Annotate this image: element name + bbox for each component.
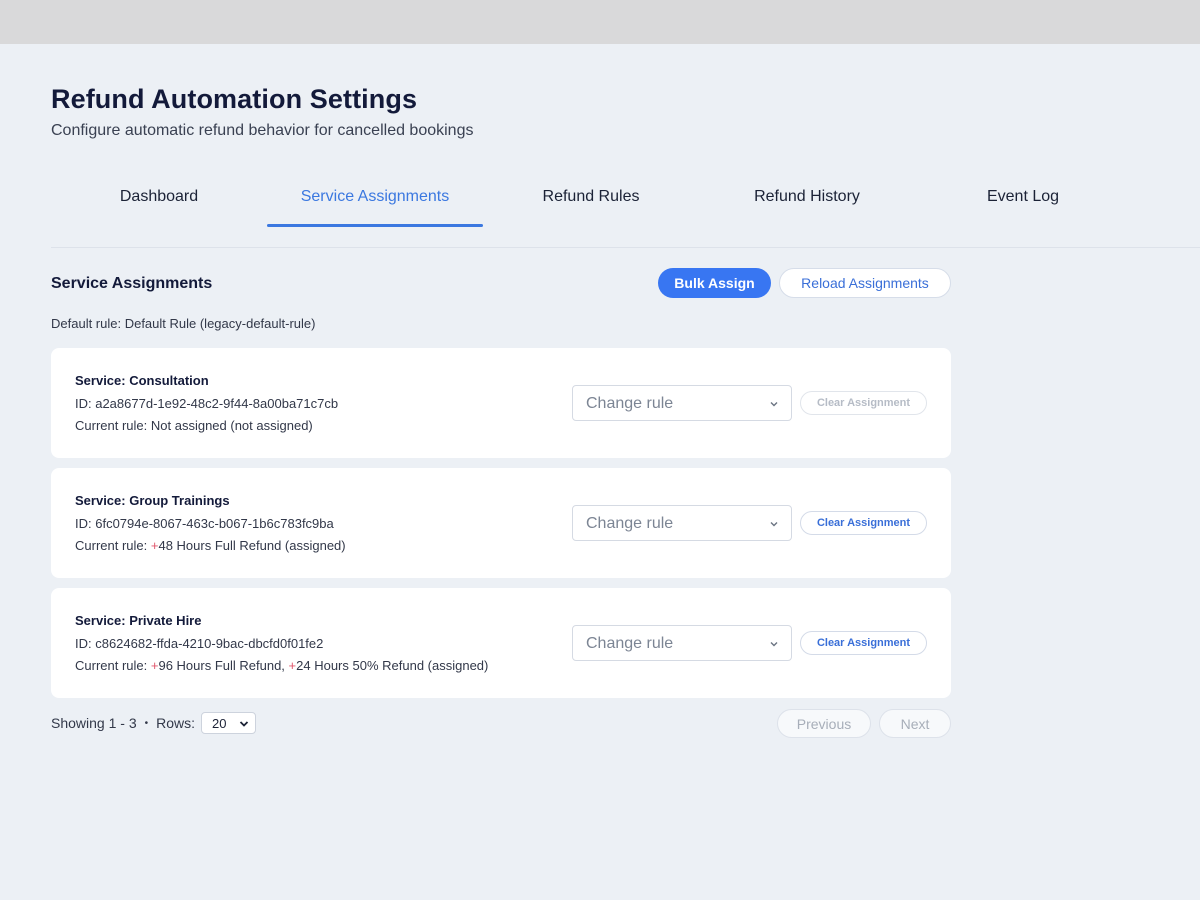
- clear-assignment-button[interactable]: Clear Assignment: [800, 511, 927, 535]
- clear-assignment-button[interactable]: Clear Assignment: [800, 631, 927, 655]
- rule-plus-sign: +: [288, 658, 297, 673]
- pagination-info: Showing 1 - 3 • Rows: 20: [51, 712, 257, 734]
- clear-assignment-button[interactable]: Clear Assignment: [800, 391, 927, 415]
- section-title: Service Assignments: [51, 275, 213, 292]
- top-bar: [0, 0, 1200, 44]
- current-rule: Current rule: +96 Hours Full Refund, +24…: [75, 658, 488, 673]
- rows-per-page-value: 20: [212, 716, 227, 731]
- previous-page-button[interactable]: Previous: [777, 709, 871, 738]
- next-page-button[interactable]: Next: [879, 709, 951, 738]
- chevron-down-icon: [770, 402, 778, 407]
- separator-dot: •: [144, 717, 149, 729]
- change-rule-placeholder: Change rule: [586, 395, 674, 412]
- tab-bar: Dashboard Service Assignments Refund Rul…: [51, 166, 1200, 248]
- current-rule-prefix: Current rule:: [75, 658, 151, 673]
- default-rule-text: Default rule: Default Rule (legacy-defau…: [51, 316, 316, 331]
- tab-event-log[interactable]: Event Log: [915, 166, 1131, 227]
- current-rule-value: 48 Hours Full Refund (assigned): [158, 538, 346, 553]
- rows-label: Rows:: [156, 715, 196, 731]
- showing-range: Showing 1 - 3: [51, 715, 137, 731]
- page-title: Refund Automation Settings: [51, 84, 418, 114]
- service-name: Service: Consultation: [75, 373, 209, 388]
- chevron-down-icon: [239, 721, 249, 727]
- chevron-down-icon: [770, 522, 778, 527]
- current-rule: Current rule: Not assigned (not assigned…: [75, 418, 313, 433]
- rows-per-page-select[interactable]: 20: [201, 712, 257, 734]
- bulk-assign-button[interactable]: Bulk Assign: [658, 268, 771, 298]
- service-id: ID: 6fc0794e-8067-463c-b067-1b6c783fc9ba: [75, 516, 334, 531]
- current-rule: Current rule: +48 Hours Full Refund (ass…: [75, 538, 346, 553]
- current-rule-value: Not assigned (not assigned): [150, 418, 313, 433]
- current-rule-value-2: 24 Hours 50% Refund (assigned): [296, 658, 489, 673]
- change-rule-select[interactable]: Change rule: [572, 385, 792, 421]
- tab-refund-rules[interactable]: Refund Rules: [483, 166, 699, 227]
- current-rule-prefix: Current rule:: [75, 538, 151, 553]
- change-rule-placeholder: Change rule: [586, 515, 674, 532]
- change-rule-placeholder: Change rule: [586, 635, 674, 652]
- current-rule-value: 96 Hours Full Refund,: [158, 658, 289, 673]
- service-card-group-trainings: Service: Group Trainings ID: 6fc0794e-80…: [51, 468, 951, 578]
- tab-service-assignments[interactable]: Service Assignments: [267, 166, 483, 227]
- tab-refund-history[interactable]: Refund History: [699, 166, 915, 227]
- reload-assignments-button[interactable]: Reload Assignments: [779, 268, 951, 298]
- service-name: Service: Group Trainings: [75, 493, 230, 508]
- service-name: Service: Private Hire: [75, 613, 202, 628]
- page-subtitle: Configure automatic refund behavior for …: [51, 122, 474, 139]
- tab-dashboard[interactable]: Dashboard: [51, 166, 267, 227]
- service-id: ID: c8624682-ffda-4210-9bac-dbcfd0f01fe2: [75, 636, 324, 651]
- change-rule-select[interactable]: Change rule: [572, 505, 792, 541]
- chevron-down-icon: [770, 642, 778, 647]
- service-id: ID: a2a8677d-1e92-48c2-9f44-8a00ba71c7cb: [75, 396, 339, 411]
- current-rule-prefix: Current rule:: [75, 418, 151, 433]
- service-card-consultation: Service: Consultation ID: a2a8677d-1e92-…: [51, 348, 951, 458]
- change-rule-select[interactable]: Change rule: [572, 625, 792, 661]
- service-card-private-hire: Service: Private Hire ID: c8624682-ffda-…: [51, 588, 951, 698]
